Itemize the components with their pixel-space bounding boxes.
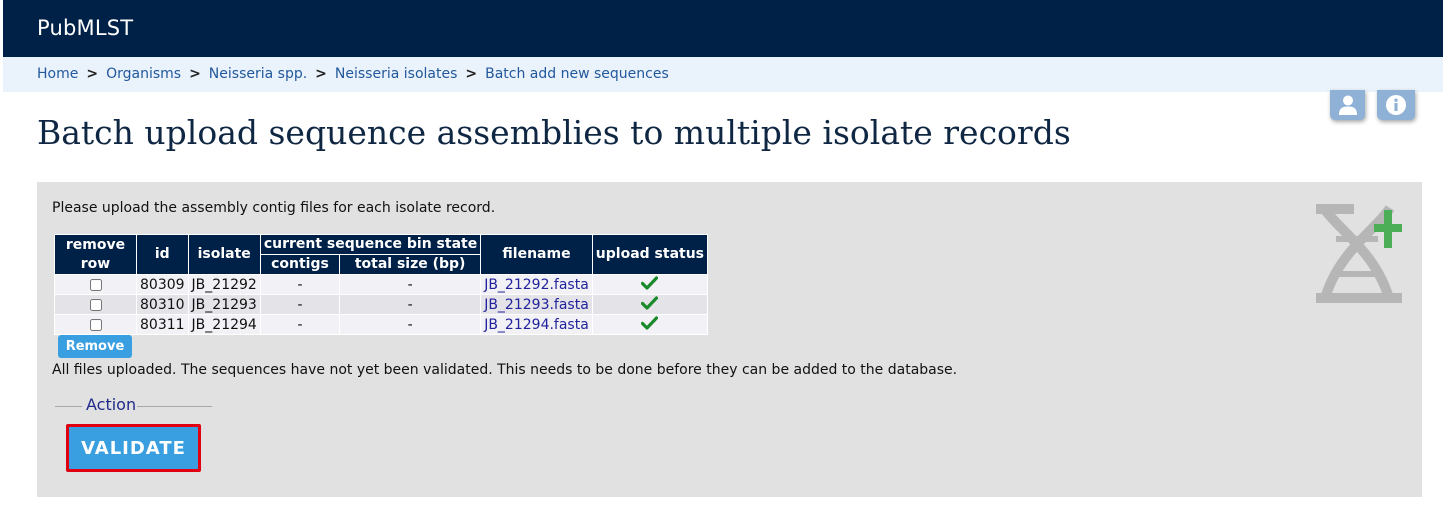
breadcrumb-home[interactable]: Home [37, 66, 78, 82]
check-icon [641, 315, 659, 330]
cell-upload-status [591, 314, 709, 335]
cell-contigs: - [259, 314, 341, 335]
dna-add-icon [1316, 204, 1402, 304]
intro-text: Please upload the assembly contig files … [52, 200, 496, 216]
header-bar: PubMLST [3, 0, 1443, 57]
header-isolate: isolate [187, 234, 261, 275]
remove-row-checkbox[interactable] [89, 318, 102, 331]
cell-isolate: JB_21292 [187, 274, 261, 295]
cell-filename: JB_21294.fasta [480, 314, 593, 335]
filename-link[interactable]: JB_21292.fasta [484, 277, 589, 293]
cell-id: 80309 [136, 274, 189, 295]
remove-button[interactable]: Remove [58, 335, 132, 358]
cell-filename: JB_21292.fasta [480, 274, 593, 295]
breadcrumb-neisseria-isolates[interactable]: Neisseria isolates [335, 66, 457, 82]
filename-link[interactable]: JB_21293.fasta [484, 297, 589, 313]
breadcrumb-separator: > [465, 66, 478, 82]
header-upload-status: upload status [591, 234, 709, 275]
fieldset-border [137, 406, 212, 407]
cell-upload-status [591, 274, 709, 295]
page-title: Batch upload sequence assemblies to mult… [37, 113, 1071, 152]
user-button[interactable] [1330, 90, 1365, 120]
header-remove-row: remove row [54, 234, 137, 275]
header-filename: filename [480, 234, 593, 275]
fieldset-border [55, 406, 82, 407]
cell-upload-status [591, 294, 709, 315]
breadcrumb: Home > Organisms > Neisseria spp. > Neisseria … [3, 57, 1443, 92]
user-icon [1338, 95, 1357, 115]
cell-id: 80310 [136, 294, 189, 315]
remove-row-checkbox[interactable] [89, 298, 102, 311]
remove-row-checkbox[interactable] [89, 278, 102, 291]
header-seqbin-state: current sequence bin state [259, 234, 482, 255]
table-row: 80309 JB_21292 - - JB_21292.fasta [54, 274, 709, 295]
info-icon [1386, 95, 1406, 115]
site-title[interactable]: PubMLST [37, 16, 133, 40]
isolate-table: remove row id isolate current sequence b… [54, 234, 709, 335]
status-message: All files uploaded. The sequences have n… [52, 362, 958, 378]
remove-checkbox-cell [54, 314, 137, 335]
header-contigs: contigs [259, 254, 341, 275]
content-panel: Please upload the assembly contig files … [37, 182, 1422, 497]
breadcrumb-neisseria-spp[interactable]: Neisseria spp. [209, 66, 307, 82]
action-legend: Action [86, 395, 137, 414]
header-id: id [136, 234, 189, 275]
breadcrumb-organisms[interactable]: Organisms [106, 66, 181, 82]
cell-total-size: - [339, 294, 482, 315]
table-row: 80311 JB_21294 - - JB_21294.fasta [54, 314, 709, 335]
cell-isolate: JB_21294 [187, 314, 261, 335]
cell-id: 80311 [136, 314, 189, 335]
remove-checkbox-cell [54, 294, 137, 315]
cell-contigs: - [259, 294, 341, 315]
check-icon [641, 295, 659, 310]
header-total-size: total size (bp) [339, 254, 482, 275]
breadcrumb-batch-add[interactable]: Batch add new sequences [485, 66, 669, 82]
validate-button[interactable]: VALIDATE [66, 424, 201, 472]
page: PubMLST Home > Organisms > Neisseria spp. > Ne… [0, 0, 1443, 515]
cell-isolate: JB_21293 [187, 294, 261, 315]
check-icon [641, 275, 659, 290]
remove-checkbox-cell [54, 274, 137, 295]
cell-filename: JB_21293.fasta [480, 294, 593, 315]
breadcrumb-separator: > [315, 66, 327, 82]
breadcrumb-separator: > [189, 66, 201, 82]
cell-contigs: - [259, 274, 341, 295]
table-row: 80310 JB_21293 - - JB_21293.fasta [54, 294, 709, 315]
cell-total-size: - [339, 314, 482, 335]
cell-total-size: - [339, 274, 482, 295]
info-button[interactable] [1377, 90, 1415, 120]
breadcrumb-separator: > [86, 66, 99, 82]
filename-link[interactable]: JB_21294.fasta [484, 317, 589, 333]
